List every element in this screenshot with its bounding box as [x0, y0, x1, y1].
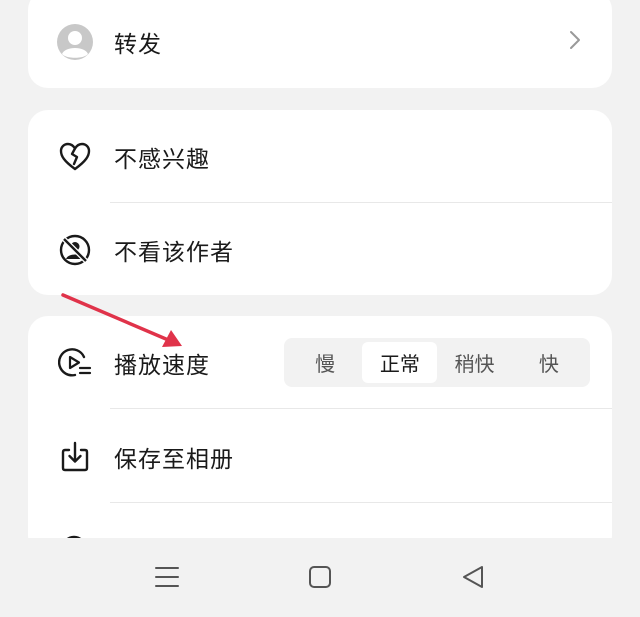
speed-selector: 慢 正常 稍快 快 — [284, 338, 590, 387]
broken-heart-icon — [58, 140, 92, 174]
save-album-row[interactable]: 保存至相册 — [28, 410, 612, 503]
speed-option-fast[interactable]: 快 — [512, 342, 586, 383]
speed-option-normal[interactable]: 正常 — [362, 342, 438, 383]
divider — [110, 502, 612, 503]
chevron-right-icon — [568, 29, 582, 55]
forward-card: 转发 — [28, 0, 612, 88]
home-icon[interactable] — [305, 562, 335, 592]
block-user-icon — [58, 233, 92, 267]
feedback-card: 不感兴趣 不看该作者 — [28, 110, 612, 295]
not-interested-row[interactable]: 不感兴趣 — [28, 110, 612, 203]
not-interested-label: 不感兴趣 — [114, 146, 210, 173]
avatar-icon — [56, 23, 94, 61]
speed-option-faster[interactable]: 稍快 — [437, 342, 511, 383]
divider — [110, 408, 612, 409]
speed-option-slow[interactable]: 慢 — [288, 342, 362, 383]
system-nav-bar — [0, 538, 640, 617]
back-icon[interactable] — [458, 562, 488, 592]
menu-icon[interactable] — [152, 562, 182, 592]
save-album-label: 保存至相册 — [114, 446, 234, 473]
download-icon — [58, 440, 92, 474]
red-arrow-annotation — [61, 293, 182, 347]
hide-author-label: 不看该作者 — [114, 239, 234, 266]
forward-label: 转发 — [114, 31, 162, 58]
forward-row[interactable]: 转发 — [28, 0, 612, 88]
hide-author-row[interactable]: 不看该作者 — [28, 203, 612, 295]
